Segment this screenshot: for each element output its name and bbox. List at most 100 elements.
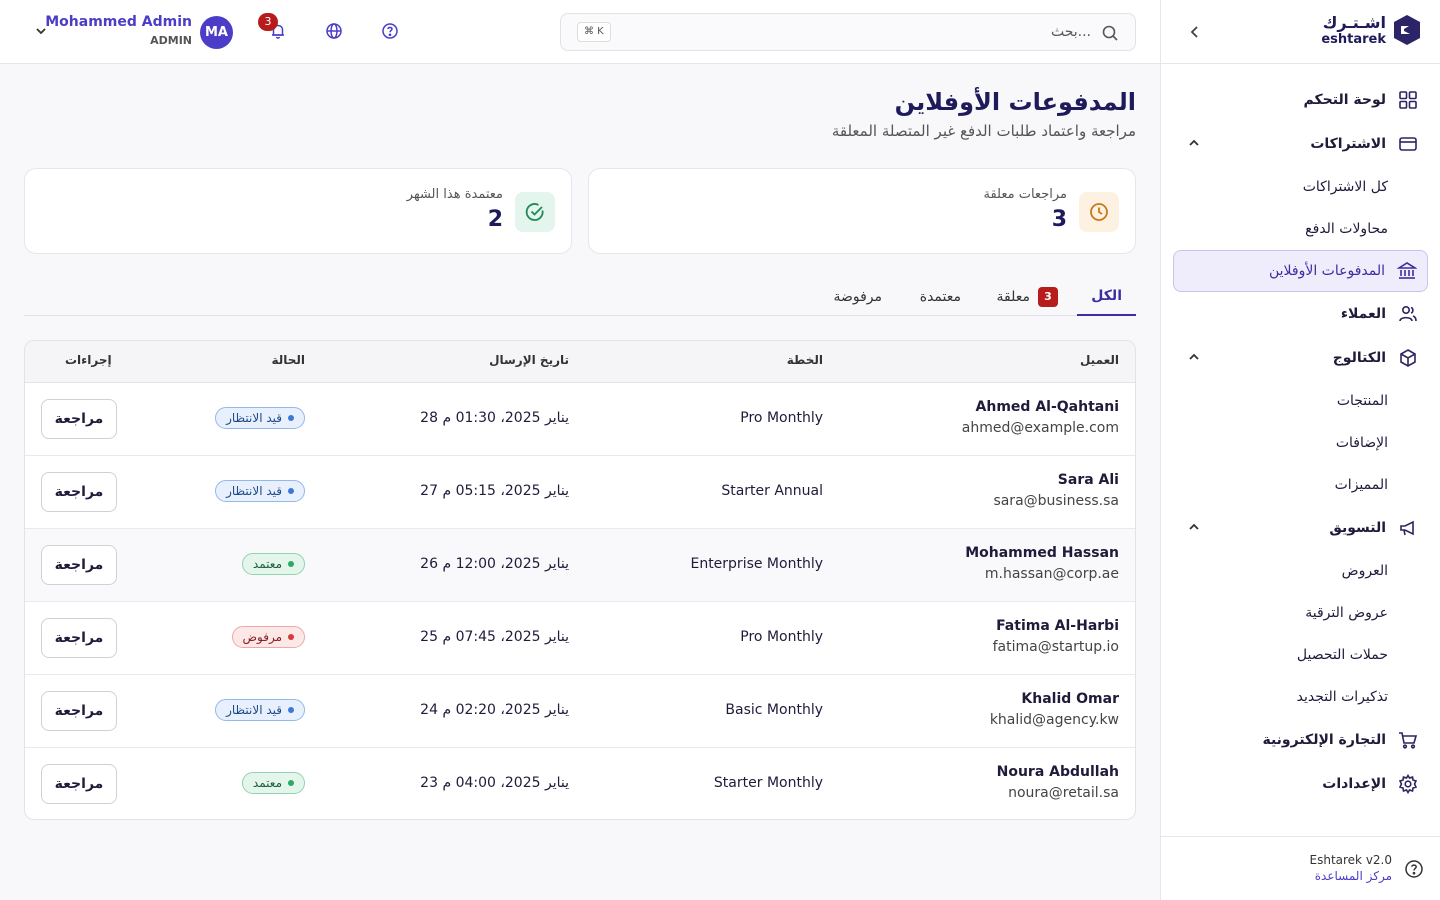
sidebar-subitem-label: المدفوعات الأوفلاين — [1268, 263, 1385, 279]
status-label: قيد الانتظار — [226, 411, 282, 425]
status-badge: معتمد — [241, 553, 305, 575]
status-label: معتمد — [252, 557, 282, 571]
submitted-date: 23 يناير 2025، 04:00 م — [420, 775, 569, 791]
tabs: الكل معلقة 3 معتمدة مرفوضة — [24, 278, 1136, 316]
tab-rejected[interactable]: مرفوضة — [819, 278, 896, 316]
sidebar-item-marketing[interactable]: التسويق — [1173, 506, 1428, 550]
sidebar-subitem-offline-payments[interactable]: المدفوعات الأوفلاين — [1173, 250, 1428, 292]
table-row: Noura Abdullah noura@retail.sa Starter M… — [25, 748, 1135, 819]
avatar[interactable]: MA — [200, 16, 233, 49]
sidebar-item-label: لوحة التحكم — [1303, 92, 1386, 108]
logo[interactable]: اشـتـرك eshtarek — [1321, 14, 1422, 46]
sidebar-item-dashboard[interactable]: لوحة التحكم — [1173, 78, 1428, 122]
app-version: Eshtarek v2.0 — [1309, 853, 1393, 867]
chevron-down-icon[interactable] — [34, 24, 48, 38]
customer-name: Noura Abdullah — [996, 764, 1119, 780]
sidebar-item-label: التسويق — [1329, 520, 1386, 536]
sidebar-subitem-label: عروض الترقية — [1305, 605, 1388, 621]
sidebar-subitem-renewal-reminders[interactable]: تذكيرات التجديد — [1173, 676, 1428, 718]
customer-email: fatima@startup.io — [992, 639, 1119, 655]
customer-name: Ahmed Al-Qahtani — [975, 399, 1119, 415]
sidebar-subitem-all-subscriptions[interactable]: كل الاشتراكات — [1173, 166, 1428, 208]
status-badge: قيد الانتظار — [215, 699, 305, 721]
sidebar-subitem-label: محاولات الدفع — [1305, 221, 1388, 237]
user-role: ADMIN — [150, 34, 192, 47]
cart-icon — [1398, 730, 1418, 750]
chevron-left-icon — [1190, 26, 1198, 38]
sidebar-subitem-features[interactable]: المميزات — [1173, 464, 1428, 506]
sidebar-footer: Eshtarek v2.0 مركز المساعدة — [1161, 836, 1440, 900]
status-label: معتمد — [252, 776, 282, 790]
plan-name: Pro Monthly — [740, 410, 823, 426]
table-row: Khalid Omar khalid@agency.kw Basic Month… — [25, 675, 1135, 748]
tab-label: معتمدة — [919, 289, 961, 305]
review-button[interactable]: مراجعة — [41, 764, 117, 804]
review-button[interactable]: مراجعة — [41, 399, 117, 439]
submitted-date: 27 يناير 2025، 05:15 م — [420, 483, 569, 499]
plan-name: Pro Monthly — [740, 629, 823, 645]
chevron-up-icon — [1189, 353, 1199, 360]
check-circle-icon — [515, 192, 555, 232]
stat-card-pending: مراجعات معلقة 3 — [588, 168, 1136, 254]
stat-card-approved: معتمدة هذا الشهر 2 — [24, 168, 572, 254]
sidebar-item-subscriptions[interactable]: الاشتراكات — [1173, 122, 1428, 166]
tab-pending[interactable]: معلقة 3 — [983, 278, 1072, 316]
sidebar-subitem-upgrade-offers[interactable]: عروض الترقية — [1173, 592, 1428, 634]
sidebar-subitem-dunning[interactable]: حملات التحصيل — [1173, 634, 1428, 676]
search-input[interactable]: بحث... ⌘ K — [560, 13, 1136, 51]
review-button[interactable]: مراجعة — [41, 691, 117, 731]
status-label: قيد الانتظار — [226, 703, 282, 717]
tab-all[interactable]: الكل — [1077, 278, 1136, 316]
sidebar-subitem-offers[interactable]: العروض — [1173, 550, 1428, 592]
col-status: الحالة — [271, 353, 305, 367]
plan-name: Starter Annual — [721, 483, 823, 499]
megaphone-icon — [1398, 518, 1418, 538]
status-dot — [288, 780, 294, 786]
sidebar-subitem-payment-attempts[interactable]: محاولات الدفع — [1173, 208, 1428, 250]
help-circle-icon[interactable] — [1404, 859, 1424, 879]
customer-name: Sara Ali — [1057, 472, 1119, 488]
status-badge: معتمد — [241, 772, 305, 794]
tab-label: معلقة — [996, 289, 1030, 305]
customer-name: Khalid Omar — [1021, 691, 1119, 707]
sidebar-item-catalog[interactable]: الكتالوج — [1173, 336, 1428, 380]
sidebar-subitem-label: حملات التحصيل — [1296, 647, 1388, 663]
notification-badge: 3 — [258, 13, 278, 31]
status-label: قيد الانتظار — [226, 484, 282, 498]
plan-name: Enterprise Monthly — [690, 556, 823, 572]
table-row: Mohammed Hassan m.hassan@corp.ae Enterpr… — [25, 529, 1135, 602]
user-name[interactable]: Mohammed Admin — [45, 14, 192, 30]
tab-count-badge: 3 — [1038, 287, 1058, 307]
review-button[interactable]: مراجعة — [41, 545, 117, 585]
topbar: بحث... ⌘ K 3 MA Mohammed Admin ADMIN — [0, 0, 1160, 64]
sidebar-subitem-label: المميزات — [1334, 477, 1388, 493]
customer-name: Fatima Al-Harbi — [996, 618, 1119, 634]
globe-icon[interactable] — [325, 22, 343, 40]
bank-icon — [1396, 261, 1418, 281]
table-header: العميل الخطة تاريخ الإرسال الحالة إجراءا… — [25, 341, 1135, 383]
review-button[interactable]: مراجعة — [41, 618, 117, 658]
status-dot — [288, 634, 294, 640]
sidebar-collapse-button[interactable] — [1185, 22, 1205, 42]
sidebar-subitem-products[interactable]: المنتجات — [1173, 380, 1428, 422]
sidebar-item-customers[interactable]: العملاء — [1173, 292, 1428, 336]
review-button[interactable]: مراجعة — [41, 472, 117, 512]
submitted-date: 24 يناير 2025، 02:20 م — [420, 702, 569, 718]
stat-value: 3 — [1051, 207, 1067, 232]
payments-table: العميل الخطة تاريخ الإرسال الحالة إجراءا… — [24, 340, 1136, 820]
page-title: المدفوعات الأوفلاين — [894, 88, 1136, 116]
help-center-link[interactable]: مركز المساعدة — [1315, 869, 1392, 883]
sidebar-subitem-addons[interactable]: الإضافات — [1173, 422, 1428, 464]
search-icon — [1102, 25, 1118, 41]
col-date: تاريخ الإرسال — [489, 353, 569, 367]
sidebar-item-ecommerce[interactable]: التجارة الإلكترونية — [1173, 718, 1428, 762]
sidebar-subitem-label: الإضافات — [1335, 435, 1388, 451]
sidebar-item-settings[interactable]: الإعدادات — [1173, 762, 1428, 806]
help-icon[interactable] — [381, 22, 399, 40]
status-dot — [288, 707, 294, 713]
customer-email: m.hassan@corp.ae — [984, 566, 1119, 582]
customer-email: ahmed@example.com — [961, 420, 1119, 436]
tab-approved[interactable]: معتمدة — [906, 278, 975, 316]
status-badge: قيد الانتظار — [215, 407, 305, 429]
gear-icon — [1398, 774, 1418, 794]
